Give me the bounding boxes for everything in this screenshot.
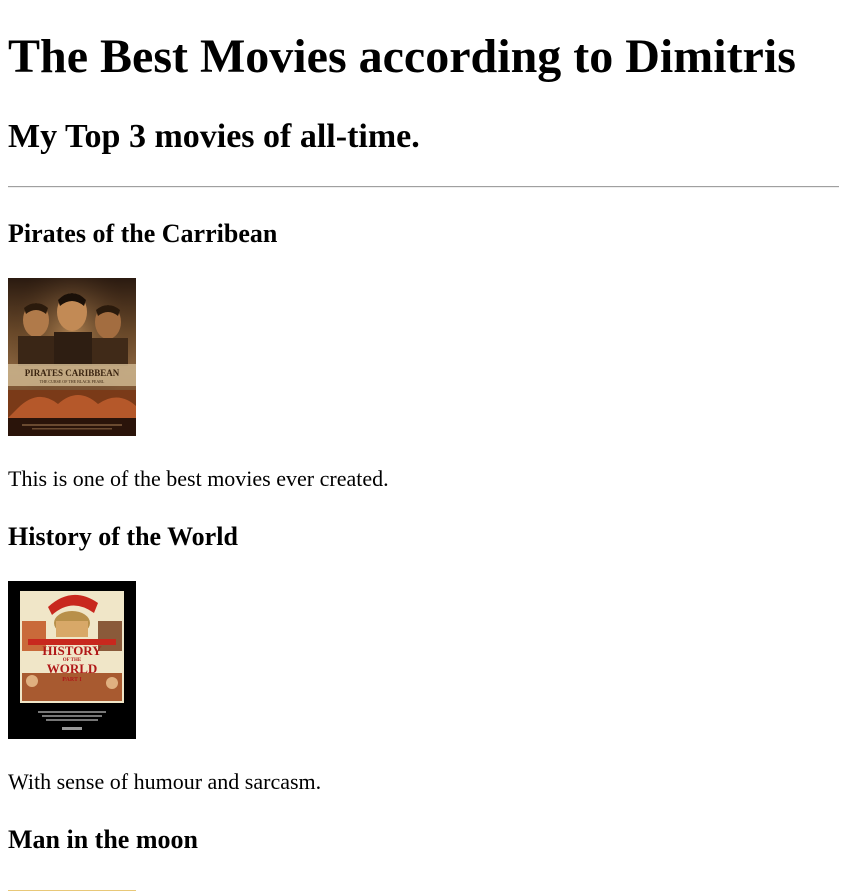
movie-description-history: With sense of humour and sarcasm.: [8, 769, 322, 794]
svg-text:THE CURSE OF THE BLACK PEARL: THE CURSE OF THE BLACK PEARL: [40, 379, 105, 384]
svg-text:PIRATES CARIBBEAN: PIRATES CARIBBEAN: [25, 368, 120, 378]
svg-text:HISTORY: HISTORY: [42, 643, 102, 658]
svg-text:PART I: PART I: [62, 677, 82, 683]
page-subtitle: My Top 3 movies of all-time.: [8, 118, 420, 155]
movie-description-pirates: This is one of the best movies ever crea…: [8, 466, 389, 491]
poster-history-image: HISTORY OF THE WORLD PART I: [8, 581, 136, 739]
movie-title-history: History of the World: [8, 522, 238, 551]
page-title: The Best Movies according to Dimitris: [8, 30, 796, 83]
movie-title-pirates: Pirates of the Carribean: [8, 219, 278, 248]
poster-history-art: HISTORY OF THE WORLD PART I: [8, 581, 136, 739]
divider: [8, 186, 839, 188]
svg-text:WORLD: WORLD: [47, 661, 98, 676]
poster-man-in-the-moon-image: [8, 884, 136, 891]
movie-title-man-in-the-moon: Man in the moon: [8, 825, 198, 854]
poster-pirates-image: PIRATES CARIBBEAN THE CURSE OF THE BLACK…: [8, 278, 136, 436]
poster-pirates-art: PIRATES CARIBBEAN THE CURSE OF THE BLACK…: [8, 278, 136, 436]
